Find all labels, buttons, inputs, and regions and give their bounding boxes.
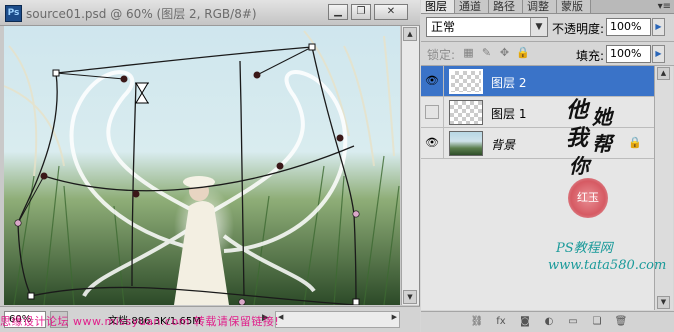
layer-row-layer1[interactable]: 图层 1 xyxy=(421,97,654,128)
watermark-char: 你 xyxy=(569,154,589,178)
watermark-char: 帮 xyxy=(592,132,612,156)
divider xyxy=(421,41,674,42)
divider xyxy=(443,66,444,97)
layers-panel: 图层 通道 路径 调整 蒙版 ▾≡ 正常 ▼ 不透明度: 100% ▶ 锁定: … xyxy=(421,0,674,332)
fill-slider-arrow-icon[interactable]: ▶ xyxy=(652,45,665,63)
eye-icon[interactable]: 👁 xyxy=(425,74,439,88)
watermark-bottom-text: 思缘设计论坛 www.missyuan.com 转载请保留链接! xyxy=(0,315,280,328)
watermark-char: 我 xyxy=(566,125,589,151)
lock-label: 锁定: xyxy=(427,48,456,62)
fill-label: 填充: xyxy=(576,49,605,63)
scroll-up-icon[interactable]: ▲ xyxy=(657,67,670,80)
tab-masks[interactable]: 蒙版 xyxy=(557,0,591,13)
minimize-button[interactable]: ▁ xyxy=(328,4,348,20)
watermark-char: 她 xyxy=(592,105,612,129)
layer-row-background[interactable]: 👁 背景 🔒 xyxy=(421,128,654,159)
tab-layers[interactable]: 图层 xyxy=(421,0,455,13)
new-layer-icon[interactable]: ❏ xyxy=(589,315,605,329)
panel-menu-icon[interactable]: ▾≡ xyxy=(658,0,671,13)
tab-adjustments[interactable]: 调整 xyxy=(523,0,557,13)
panel-footer: ⛓ fx ◙ ◐ ▭ ❏ 🗑 xyxy=(421,311,674,332)
restore-button[interactable]: ❐ xyxy=(351,4,371,20)
divider xyxy=(443,128,444,159)
tab-channels[interactable]: 通道 xyxy=(455,0,489,13)
fx-icon[interactable]: fx xyxy=(493,315,509,329)
opacity-input[interactable]: 100% xyxy=(606,18,651,36)
layer-name[interactable]: 图层 1 xyxy=(491,105,526,122)
layer-thumbnail xyxy=(449,100,483,125)
vertical-scrollbar[interactable]: ▲ ▼ xyxy=(401,26,419,305)
scroll-up-icon[interactable]: ▲ xyxy=(403,27,417,41)
opacity-label: 不透明度: xyxy=(552,22,605,36)
canvas-image[interactable] xyxy=(4,26,400,305)
close-button[interactable]: ✕ xyxy=(374,4,408,20)
mask-icon[interactable]: ◙ xyxy=(517,315,533,329)
opacity-slider-arrow-icon[interactable]: ▶ xyxy=(652,18,665,36)
chevron-down-icon[interactable]: ▼ xyxy=(530,18,547,36)
panel-tabs: 图层 通道 路径 调整 蒙版 ▾≡ xyxy=(421,0,674,14)
layer-row-layer2[interactable]: 👁 图层 2 xyxy=(421,66,654,97)
photoshop-icon: Ps xyxy=(5,5,22,22)
layer-name[interactable]: 背景 xyxy=(491,136,515,153)
lock-image-icon[interactable]: ✎ xyxy=(480,46,493,59)
watermark-ps-text: PS教程网 xyxy=(556,241,613,256)
visibility-toggle-icon[interactable] xyxy=(425,105,439,119)
fill-input[interactable]: 100% xyxy=(606,45,651,63)
tab-paths[interactable]: 路径 xyxy=(489,0,523,13)
document-titlebar[interactable]: Ps source01.psd @ 60% (图层 2, RGB/8#) ▁ ❐… xyxy=(0,0,420,26)
blend-mode-value: 正常 xyxy=(431,20,456,34)
layer-thumbnail xyxy=(449,69,483,94)
layer-name[interactable]: 图层 2 xyxy=(491,74,526,91)
scroll-down-icon[interactable]: ▼ xyxy=(403,290,417,304)
lock-icon: 🔒 xyxy=(628,136,642,149)
watermark-seal: 红玉 xyxy=(568,178,608,218)
adjustment-icon[interactable]: ◐ xyxy=(541,315,557,329)
document-window: Ps source01.psd @ 60% (图层 2, RGB/8#) ▁ ❐… xyxy=(0,0,420,332)
divider xyxy=(443,97,444,128)
lock-transparent-icon[interactable]: ▦ xyxy=(462,46,475,59)
layer-thumbnail xyxy=(449,131,483,156)
watermark-site-text: www.tata580.com xyxy=(548,258,667,273)
layers-list: 👁 图层 2 图层 1 👁 背景 🔒 xyxy=(421,66,654,310)
lock-position-icon[interactable]: ✥ xyxy=(498,46,511,59)
scroll-down-icon[interactable]: ▼ xyxy=(657,296,670,309)
folder-icon[interactable]: ▭ xyxy=(565,315,581,329)
document-title: source01.psd @ 60% (图层 2, RGB/8#) xyxy=(26,7,257,21)
canvas[interactable] xyxy=(4,26,400,305)
trash-icon[interactable]: 🗑 xyxy=(613,315,629,329)
lock-all-icon[interactable]: 🔒 xyxy=(516,46,530,59)
eye-icon[interactable]: 👁 xyxy=(425,136,439,150)
link-icon[interactable]: ⛓ xyxy=(469,315,485,329)
layers-scrollbar[interactable]: ▲ ▼ xyxy=(654,66,673,310)
blend-mode-select[interactable]: 正常 ▼ xyxy=(426,17,548,37)
